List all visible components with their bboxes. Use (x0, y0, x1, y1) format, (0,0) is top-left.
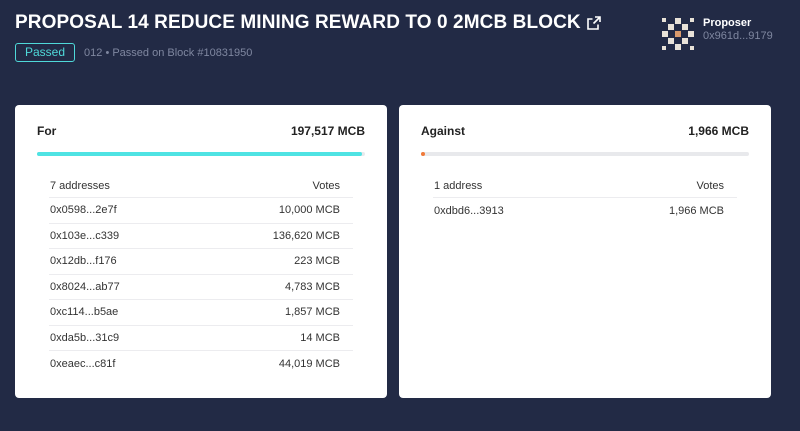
vote-amount: 44,019 MCB (278, 357, 340, 370)
external-link-icon[interactable] (586, 16, 601, 30)
table-row: 0xeaec...c81f 44,019 MCB (49, 351, 353, 377)
against-card-header: Against 1,966 MCB (399, 105, 771, 138)
table-row: 0xdbd6...3913 1,966 MCB (433, 198, 737, 224)
against-label: Against (421, 124, 466, 138)
address-column-header: 7 addresses (50, 179, 110, 192)
vote-amount: 14 MCB (300, 331, 340, 344)
against-progress-fill (421, 152, 425, 156)
table-row: 0x0598...2e7f 10,000 MCB (49, 198, 353, 224)
votes-column-header: Votes (312, 179, 340, 192)
against-votes-card: Against 1,966 MCB 1 address Votes 0xdbd6… (399, 105, 771, 398)
status-badge: Passed (15, 43, 76, 62)
for-progress-fill (37, 152, 362, 156)
against-total: 1,966 MCB (688, 124, 749, 138)
vote-amount: 1,857 MCB (284, 306, 340, 319)
address-column-header: 1 address (434, 179, 483, 192)
vote-amount: 1,966 MCB (668, 204, 724, 217)
table-row: 0x103e...c339 136,620 MCB (49, 224, 353, 249)
table-row: 0x8024...ab77 4,783 MCB (49, 275, 353, 300)
vote-amount: 136,620 MCB (272, 229, 340, 242)
for-card-header: For 197,517 MCB (15, 105, 387, 138)
for-votes-card: For 197,517 MCB 7 addresses Votes 0x0598… (15, 105, 387, 398)
voter-address[interactable]: 0xda5b...31c9 (50, 332, 119, 344)
against-votes-table: 1 address Votes 0xdbd6...3913 1,966 MCB (433, 174, 737, 224)
proposer-address[interactable]: 0x961d...9179 (703, 30, 773, 42)
table-row: 0xda5b...31c9 14 MCB (49, 326, 353, 351)
against-progress-bar (421, 152, 749, 156)
table-row: 0xc114...b5ae 1,857 MCB (49, 300, 353, 326)
proposal-title: PROPOSAL 14 REDUCE MINING REWARD TO 0 2M… (15, 12, 581, 33)
vote-amount: 223 MCB (294, 255, 340, 268)
proposer[interactable]: Proposer 0x961d...9179 (662, 17, 773, 50)
for-votes-table: 7 addresses Votes 0x0598...2e7f 10,000 MC… (49, 174, 353, 377)
voter-address[interactable]: 0xdbd6...3913 (434, 205, 504, 217)
voter-address[interactable]: 0x12db...f176 (50, 255, 117, 267)
proposal-meta: 012 • Passed on Block #10831950 (84, 46, 253, 59)
proposer-label: Proposer (703, 17, 752, 29)
voter-address[interactable]: 0x0598...2e7f (50, 204, 117, 216)
vote-amount: 10,000 MCB (278, 204, 340, 217)
votes-column-header: Votes (696, 179, 724, 192)
avatar (662, 18, 694, 50)
voter-address[interactable]: 0xc114...b5ae (50, 306, 118, 318)
vote-amount: 4,783 MCB (284, 280, 340, 293)
table-header: 1 address Votes (433, 174, 737, 198)
voter-address[interactable]: 0x103e...c339 (50, 230, 119, 242)
proposer-info: Proposer 0x961d...9179 (703, 17, 773, 42)
for-total: 197,517 MCB (290, 124, 365, 138)
table-row: 0x12db...f176 223 MCB (49, 249, 353, 275)
voter-address[interactable]: 0xeaec...c81f (50, 358, 115, 370)
for-label: For (37, 124, 57, 138)
for-progress-bar (37, 152, 365, 156)
voter-address[interactable]: 0x8024...ab77 (50, 281, 120, 293)
table-header: 7 addresses Votes (49, 174, 353, 198)
